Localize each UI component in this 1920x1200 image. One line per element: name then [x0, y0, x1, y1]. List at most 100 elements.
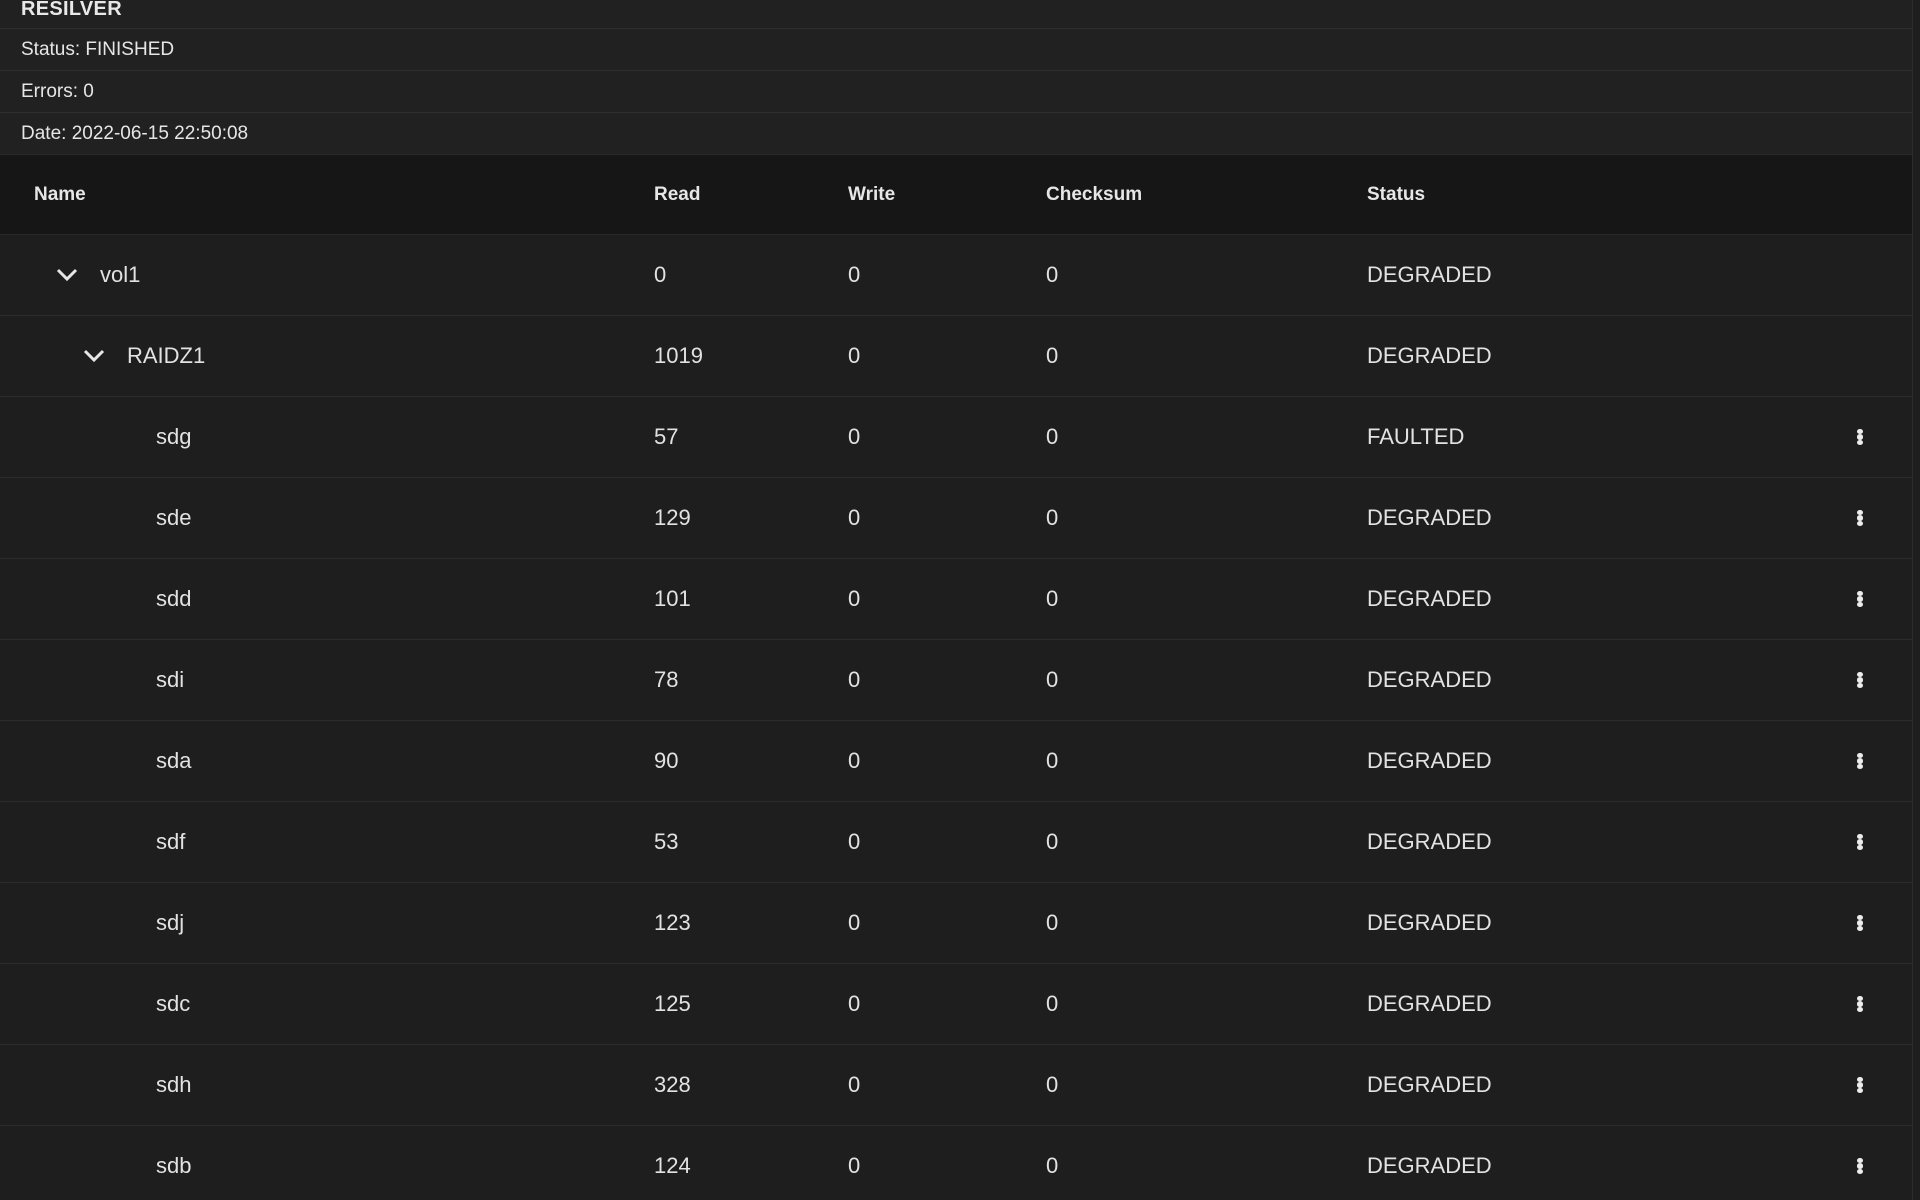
read-errors-cell: 78	[654, 667, 679, 692]
read-errors-cell: 53	[654, 829, 679, 854]
write-errors-cell: 0	[848, 910, 861, 935]
write-errors-cell: 0	[848, 667, 861, 692]
disk-name: sde	[156, 505, 192, 530]
disk-row[interactable]: sde 129 0 0 DEGRADED	[0, 478, 1912, 559]
disk-name: sdd	[156, 586, 192, 611]
disk-name: sdj	[156, 910, 185, 935]
more-vert-icon[interactable]	[1848, 909, 1872, 937]
checksum-errors-cell: 0	[1046, 1153, 1059, 1178]
actions-cell	[1807, 909, 1912, 937]
status-cell: DEGRADED	[1367, 829, 1492, 854]
write-errors-cell: 0	[848, 343, 861, 368]
read-errors-cell: 328	[654, 1072, 691, 1097]
pool-row[interactable]: vol1 0 0 0 DEGRADED	[0, 235, 1912, 316]
checksum-errors-cell: 0	[1046, 262, 1059, 287]
resilver-errors: Errors: 0	[0, 71, 1912, 113]
status-cell: DEGRADED	[1367, 991, 1492, 1016]
checksum-errors-cell: 0	[1046, 505, 1059, 530]
status-cell: DEGRADED	[1367, 1072, 1492, 1097]
more-vert-icon[interactable]	[1848, 585, 1872, 613]
status-cell: DEGRADED	[1367, 910, 1492, 935]
column-header-write: Write	[848, 183, 896, 205]
status-cell: DEGRADED	[1367, 505, 1492, 530]
more-vert-icon[interactable]	[1848, 504, 1872, 532]
status-cell: DEGRADED	[1367, 343, 1492, 368]
pool-name-cell: vol1	[0, 262, 654, 288]
status-cell: DEGRADED	[1367, 667, 1492, 692]
actions-cell	[1807, 1152, 1912, 1180]
write-errors-cell: 0	[848, 424, 861, 449]
write-errors-cell: 0	[848, 1072, 861, 1097]
write-errors-cell: 0	[848, 991, 861, 1016]
actions-cell	[1807, 990, 1912, 1018]
chevron-down-icon[interactable]	[83, 345, 105, 367]
pool-devices-table: Name Read Write Checksum Status vol1 0 0…	[0, 155, 1912, 1200]
checksum-errors-cell: 0	[1046, 343, 1059, 368]
pool-status-panel: RESILVER Status: FINISHED Errors: 0 Date…	[0, 0, 1913, 1200]
resilver-date: Date: 2022-06-15 22:50:08	[0, 113, 1912, 155]
disk-name: sdi	[156, 667, 185, 692]
disk-row[interactable]: sdb 124 0 0 DEGRADED	[0, 1126, 1912, 1200]
disk-row[interactable]: sdg 57 0 0 FAULTED	[0, 397, 1912, 478]
read-errors-cell: 57	[654, 424, 679, 449]
chevron-down-icon[interactable]	[56, 264, 78, 286]
actions-cell	[1807, 585, 1912, 613]
resilver-status: Status: FINISHED	[0, 29, 1912, 71]
write-errors-cell: 0	[848, 829, 861, 854]
actions-cell	[1807, 1071, 1912, 1099]
checksum-errors-cell: 0	[1046, 910, 1059, 935]
write-errors-cell: 0	[848, 505, 861, 530]
disk-row[interactable]: sdj 123 0 0 DEGRADED	[0, 883, 1912, 964]
more-vert-icon[interactable]	[1848, 747, 1872, 775]
read-errors-cell: 1019	[654, 343, 703, 368]
more-vert-icon[interactable]	[1848, 828, 1872, 856]
checksum-errors-cell: 0	[1046, 748, 1059, 773]
disk-row[interactable]: sdf 53 0 0 DEGRADED	[0, 802, 1912, 883]
checksum-errors-cell: 0	[1046, 586, 1059, 611]
checksum-errors-cell: 0	[1046, 667, 1059, 692]
checksum-errors-cell: 0	[1046, 1072, 1059, 1097]
disk-row[interactable]: sdc 125 0 0 DEGRADED	[0, 964, 1912, 1045]
actions-cell	[1807, 504, 1912, 532]
vdev-row[interactable]: RAIDZ1 1019 0 0 DEGRADED	[0, 316, 1912, 397]
pool-name: vol1	[100, 262, 141, 287]
read-errors-cell: 101	[654, 586, 691, 611]
read-errors-cell: 124	[654, 1153, 691, 1178]
checksum-errors-cell: 0	[1046, 424, 1059, 449]
more-vert-icon[interactable]	[1848, 1071, 1872, 1099]
more-vert-icon[interactable]	[1848, 666, 1872, 694]
disk-row[interactable]: sda 90 0 0 DEGRADED	[0, 721, 1912, 802]
more-vert-icon[interactable]	[1848, 1152, 1872, 1180]
disk-name: sda	[156, 748, 192, 773]
disk-name: sdh	[156, 1072, 192, 1097]
column-header-name: Name	[34, 183, 86, 205]
disk-row[interactable]: sdi 78 0 0 DEGRADED	[0, 640, 1912, 721]
read-errors-cell: 129	[654, 505, 691, 530]
write-errors-cell: 0	[848, 1153, 861, 1178]
checksum-errors-cell: 0	[1046, 991, 1059, 1016]
actions-cell	[1807, 747, 1912, 775]
status-cell: DEGRADED	[1367, 262, 1492, 287]
read-errors-cell: 125	[654, 991, 691, 1016]
table-header: Name Read Write Checksum Status	[0, 155, 1912, 235]
vdev-name-cell: RAIDZ1	[0, 343, 654, 369]
read-errors-cell: 123	[654, 910, 691, 935]
more-vert-icon[interactable]	[1848, 990, 1872, 1018]
column-header-status: Status	[1367, 183, 1426, 205]
more-vert-icon[interactable]	[1848, 423, 1872, 451]
actions-cell	[1807, 666, 1912, 694]
vdev-name: RAIDZ1	[127, 343, 206, 368]
column-header-checksum: Checksum	[1046, 183, 1143, 205]
actions-cell	[1807, 423, 1912, 451]
write-errors-cell: 0	[848, 586, 861, 611]
status-cell: FAULTED	[1367, 424, 1465, 449]
actions-cell	[1807, 828, 1912, 856]
checksum-errors-cell: 0	[1046, 829, 1059, 854]
resilver-title: RESILVER	[0, 0, 1912, 29]
resilver-summary: RESILVER Status: FINISHED Errors: 0 Date…	[0, 0, 1912, 155]
disk-name: sdg	[156, 424, 192, 449]
disk-name: sdb	[156, 1153, 192, 1178]
disk-row[interactable]: sdh 328 0 0 DEGRADED	[0, 1045, 1912, 1126]
disk-name: sdf	[156, 829, 186, 854]
disk-row[interactable]: sdd 101 0 0 DEGRADED	[0, 559, 1912, 640]
